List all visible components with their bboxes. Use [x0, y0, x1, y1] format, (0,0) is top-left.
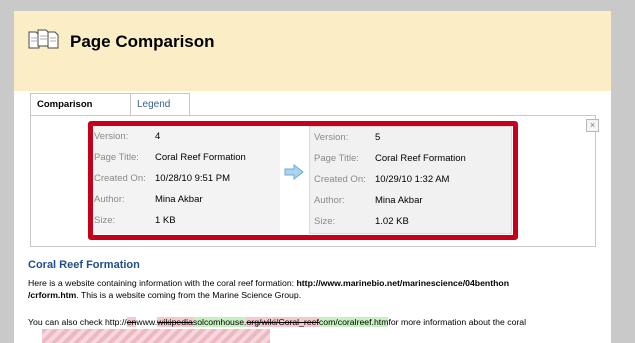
- tab-comparison-details[interactable]: Comparison Details: [30, 93, 131, 132]
- content-link-cont[interactable]: /crform.htm: [28, 290, 76, 300]
- deleted-text: en: [126, 317, 137, 327]
- page-comparison-icon: [28, 29, 59, 49]
- page-title: Page Comparison: [70, 32, 215, 51]
- deleted-text: wikipedia: [157, 317, 193, 327]
- inserted-text: com/coralreef.htm: [318, 317, 389, 327]
- deleted-block: [42, 329, 270, 343]
- deleted-text: org/wiki/Coral_reef: [246, 317, 319, 327]
- header: Page Comparison: [14, 11, 611, 91]
- content-paragraph-1: Here is a website containing information…: [28, 278, 510, 288]
- content-paragraph-2: You can also check http://enwww.wikipedi…: [28, 317, 527, 327]
- inserted-text: solcomhouse.: [192, 317, 247, 327]
- content-heading: Coral Reef Formation: [28, 259, 140, 271]
- tab-legend[interactable]: Legend: [131, 93, 190, 115]
- content-paragraph-1-cont: /crform.htm. This is a website coming fr…: [28, 290, 302, 300]
- close-icon[interactable]: ×: [586, 119, 599, 132]
- page: Page Comparison Comparison Details Legen…: [14, 11, 611, 343]
- content-link[interactable]: http://www.marinebio.net/marinescience/0…: [296, 278, 509, 288]
- comparison-highlight-box: [88, 121, 518, 240]
